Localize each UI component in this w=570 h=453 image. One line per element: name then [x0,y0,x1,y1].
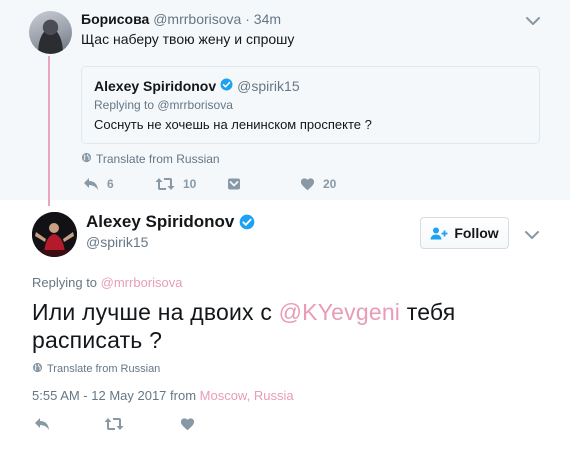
translate-link[interactable]: Translate from Russian [32,362,160,376]
globe-icon [81,152,96,166]
avatar[interactable] [32,212,77,257]
translate-link[interactable]: Translate from Russian [81,152,220,166]
reply-icon [35,418,49,430]
heart-icon [300,178,315,191]
tweet-text-part: Или лучше на двоих с [32,299,279,325]
replying-to-label: Replying to [94,98,158,112]
replying-to-handle[interactable]: @mrrborisova [101,275,183,290]
retweet-count: 10 [183,177,197,191]
avatar[interactable] [29,11,72,54]
verified-badge-icon [220,78,233,94]
thread-connector-line [48,56,50,206]
replying-to-label: Replying to [32,275,101,290]
parent-tweet-header: Борисова @mrrborisova · 34m [81,11,281,27]
retweet-button[interactable]: 10 [155,177,196,191]
tweet-text: Или лучше на двоих с @KYevgeni тебя расп… [32,298,552,354]
follow-button[interactable]: Follow [420,217,509,249]
replying-to: Replying to @mrrborisova [94,98,233,112]
quoted-tweet[interactable]: Alexey Spiridonov @spirik15 Replying to … [81,66,540,144]
quoted-author-handle: @spirik15 [237,78,300,94]
author-handle[interactable]: @spirik15 [86,234,148,250]
replying-to: Replying to @mrrborisova [32,275,182,290]
retweet-button[interactable] [104,417,124,436]
timestamp[interactable]: 34m [254,11,281,27]
author-name[interactable]: Борисова [81,11,149,27]
replying-to-handle: @mrrborisova [157,98,233,112]
follow-label: Follow [454,225,499,241]
direct-message-button[interactable] [227,177,241,191]
reply-count: 6 [107,177,114,191]
translate-label: Translate from Russian [47,363,161,375]
quoted-tweet-text: Соснуть не хочешь на ленинском проспекте… [94,117,372,132]
like-count: 20 [323,177,337,191]
separator: · [245,11,250,27]
quoted-author-name: Alexey Spiridonov [94,78,217,94]
globe-icon [32,362,47,376]
parent-tweet[interactable]: Борисова @mrrborisova · 34m Щас наберу т… [0,0,570,200]
location-link[interactable]: Moscow, Russia [200,388,294,403]
author-handle[interactable]: @mrrborisova [153,11,241,27]
add-person-icon [430,227,448,239]
mention-link[interactable]: @KYevgeni [279,299,401,325]
heart-icon [180,418,195,431]
author-name[interactable]: Alexey Spiridonov [86,212,234,232]
chevron-down-icon[interactable] [526,13,540,31]
tweet-text: Щас наберу твою жену и спрошу [81,31,295,47]
focus-tweet-author: Alexey Spiridonov [86,212,255,232]
verified-badge-icon [239,214,255,230]
reply-icon [84,178,98,190]
quoted-tweet-header: Alexey Spiridonov @spirik15 [94,78,300,94]
tweet-metadata: 5:55 AM - 12 May 2017 from Moscow, Russi… [32,388,294,403]
reply-button[interactable]: 6 [83,177,114,191]
translate-label: Translate from Russian [96,152,220,166]
chevron-down-icon[interactable] [525,227,539,245]
like-button[interactable] [180,417,195,436]
retweet-icon [104,418,124,430]
reply-button[interactable] [34,417,50,436]
like-button[interactable]: 20 [300,177,336,191]
retweet-icon [155,178,175,190]
direct-message-icon [228,178,240,190]
timestamp: 5:55 AM - 12 May 2017 from [32,388,200,403]
